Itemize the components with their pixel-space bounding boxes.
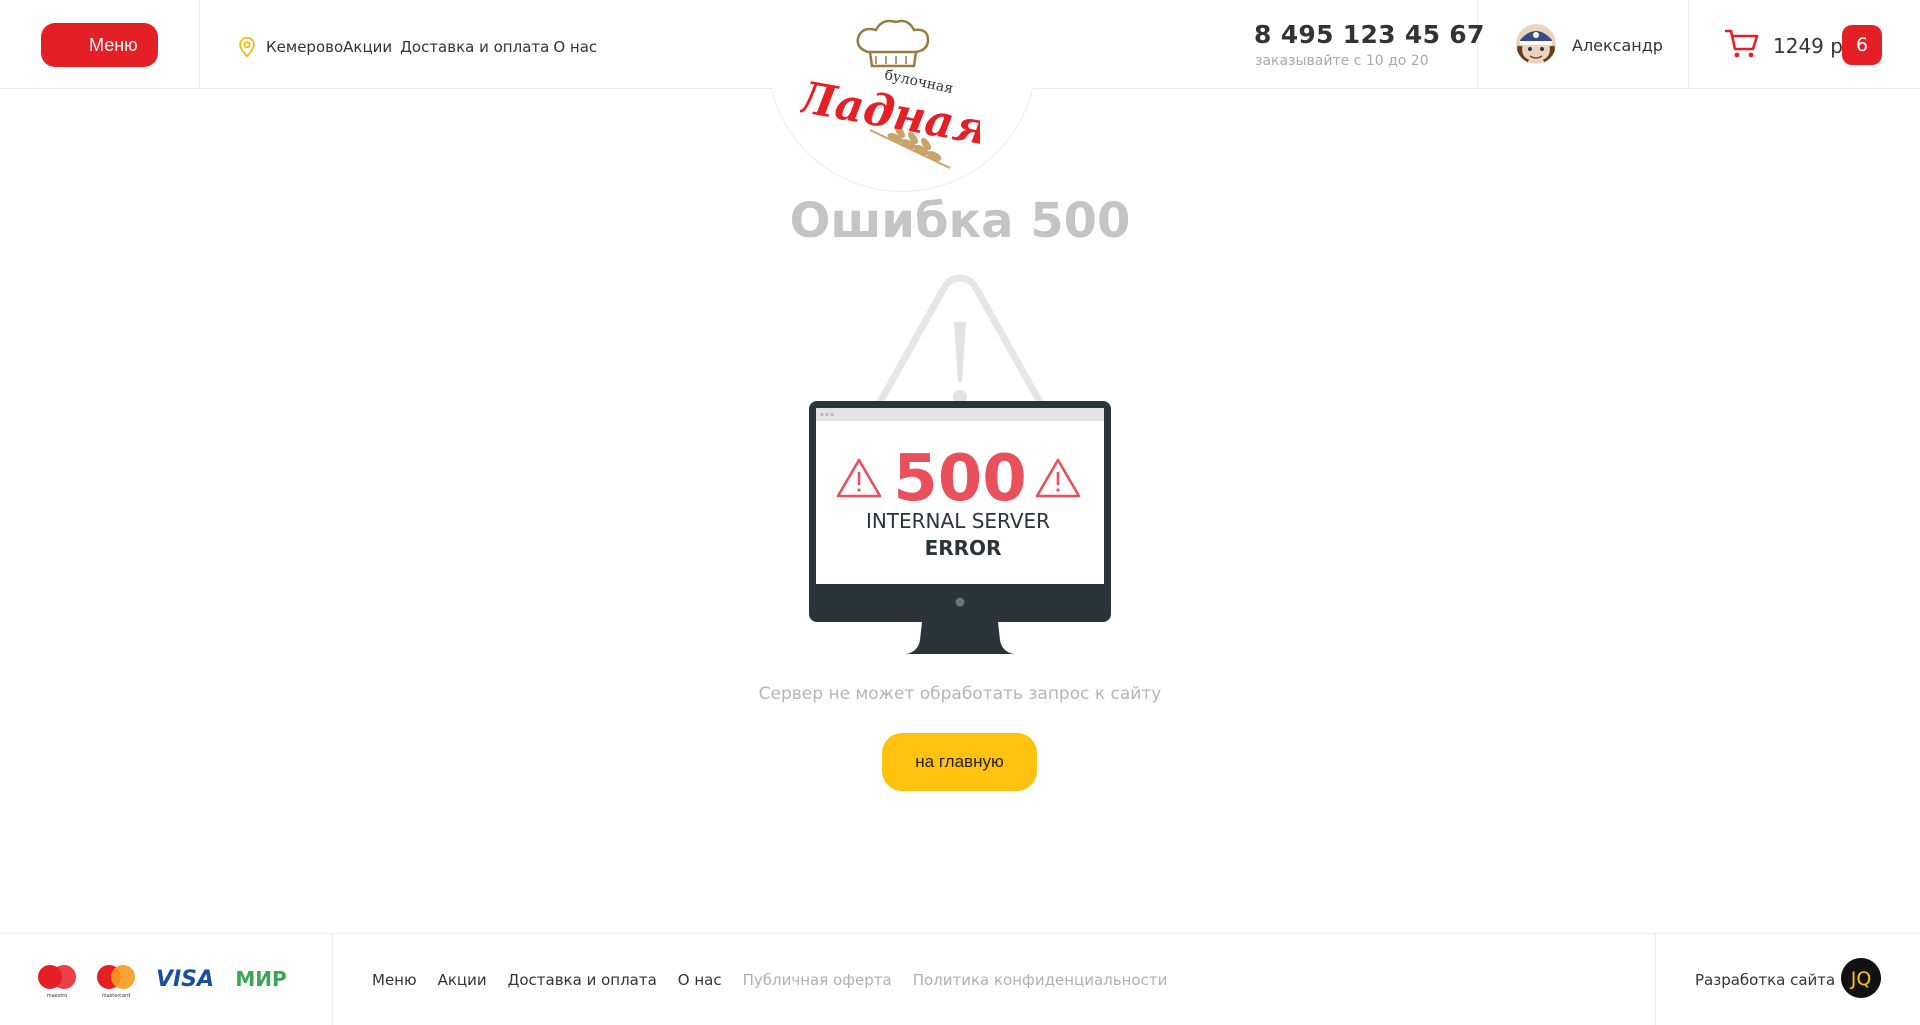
- user-name[interactable]: Александр: [1572, 36, 1663, 55]
- footer: maestro mastercard VISA МИР Меню Акции Д…: [0, 933, 1920, 1025]
- mastercard-label: mastercard: [102, 993, 130, 998]
- error-line-1: INTERNAL SERVER: [866, 509, 1050, 533]
- mir-icon: МИР: [235, 967, 286, 991]
- working-hours: заказывайте с 10 до 20: [1255, 53, 1429, 69]
- maestro-label: maestro: [47, 993, 68, 998]
- mastercard-icon: mastercard: [97, 965, 135, 998]
- city-selector[interactable]: Кемерово: [266, 38, 343, 56]
- chef-hat-icon: [856, 19, 930, 68]
- footer-link-promotions[interactable]: Акции: [438, 971, 487, 989]
- developer-logo-text: JQ: [1850, 968, 1872, 990]
- footer-link-public-offer[interactable]: Публичная оферта: [743, 971, 892, 989]
- cart-count-badge[interactable]: 6: [1842, 25, 1882, 65]
- mir-label: МИР: [235, 967, 286, 991]
- menu-button[interactable]: Меню: [41, 23, 158, 67]
- developer-label: Разработка сайта: [1695, 971, 1836, 989]
- developer-logo[interactable]: JQ: [1841, 958, 1881, 998]
- header-divider: [1688, 0, 1689, 89]
- header-divider: [199, 0, 200, 89]
- nav-link-about[interactable]: О нас: [553, 38, 597, 56]
- error-line-2: ERROR: [925, 536, 1002, 560]
- error-code: 500: [893, 442, 1027, 516]
- error-illustration: 500 INTERNAL SERVER ERROR: [809, 274, 1111, 654]
- footer-nav: Меню Акции Доставка и оплата О нас Публи…: [372, 971, 1188, 989]
- nav-link-promotions[interactable]: Акции: [343, 38, 392, 56]
- footer-link-menu[interactable]: Меню: [372, 971, 417, 989]
- avatar[interactable]: [1516, 24, 1556, 64]
- logo[interactable]: булочная Ладная: [800, 18, 980, 170]
- maestro-icon: maestro: [38, 965, 76, 998]
- visa-icon: VISA: [156, 967, 214, 992]
- footer-divider: [332, 934, 333, 1025]
- home-button[interactable]: на главную: [882, 733, 1037, 791]
- cart-icon[interactable]: [1725, 28, 1759, 60]
- error-description: Сервер не может обработать запрос к сайт…: [758, 684, 1162, 704]
- visa-label: VISA: [156, 967, 214, 992]
- footer-divider: [1655, 934, 1656, 1025]
- page-title: Ошибка 500: [789, 193, 1131, 249]
- footer-link-delivery[interactable]: Доставка и оплата: [508, 971, 657, 989]
- cart-total[interactable]: 1249 р: [1773, 34, 1843, 58]
- nav-link-delivery[interactable]: Доставка и оплата: [400, 38, 549, 56]
- top-nav: Кемерово Акции Доставка и оплата О нас: [236, 36, 597, 58]
- footer-link-privacy[interactable]: Политика конфиденциальности: [913, 971, 1168, 989]
- phone-number[interactable]: 8 495 123 45 67: [1254, 20, 1485, 49]
- location-pin-icon: [239, 37, 255, 58]
- footer-link-about[interactable]: О нас: [678, 971, 722, 989]
